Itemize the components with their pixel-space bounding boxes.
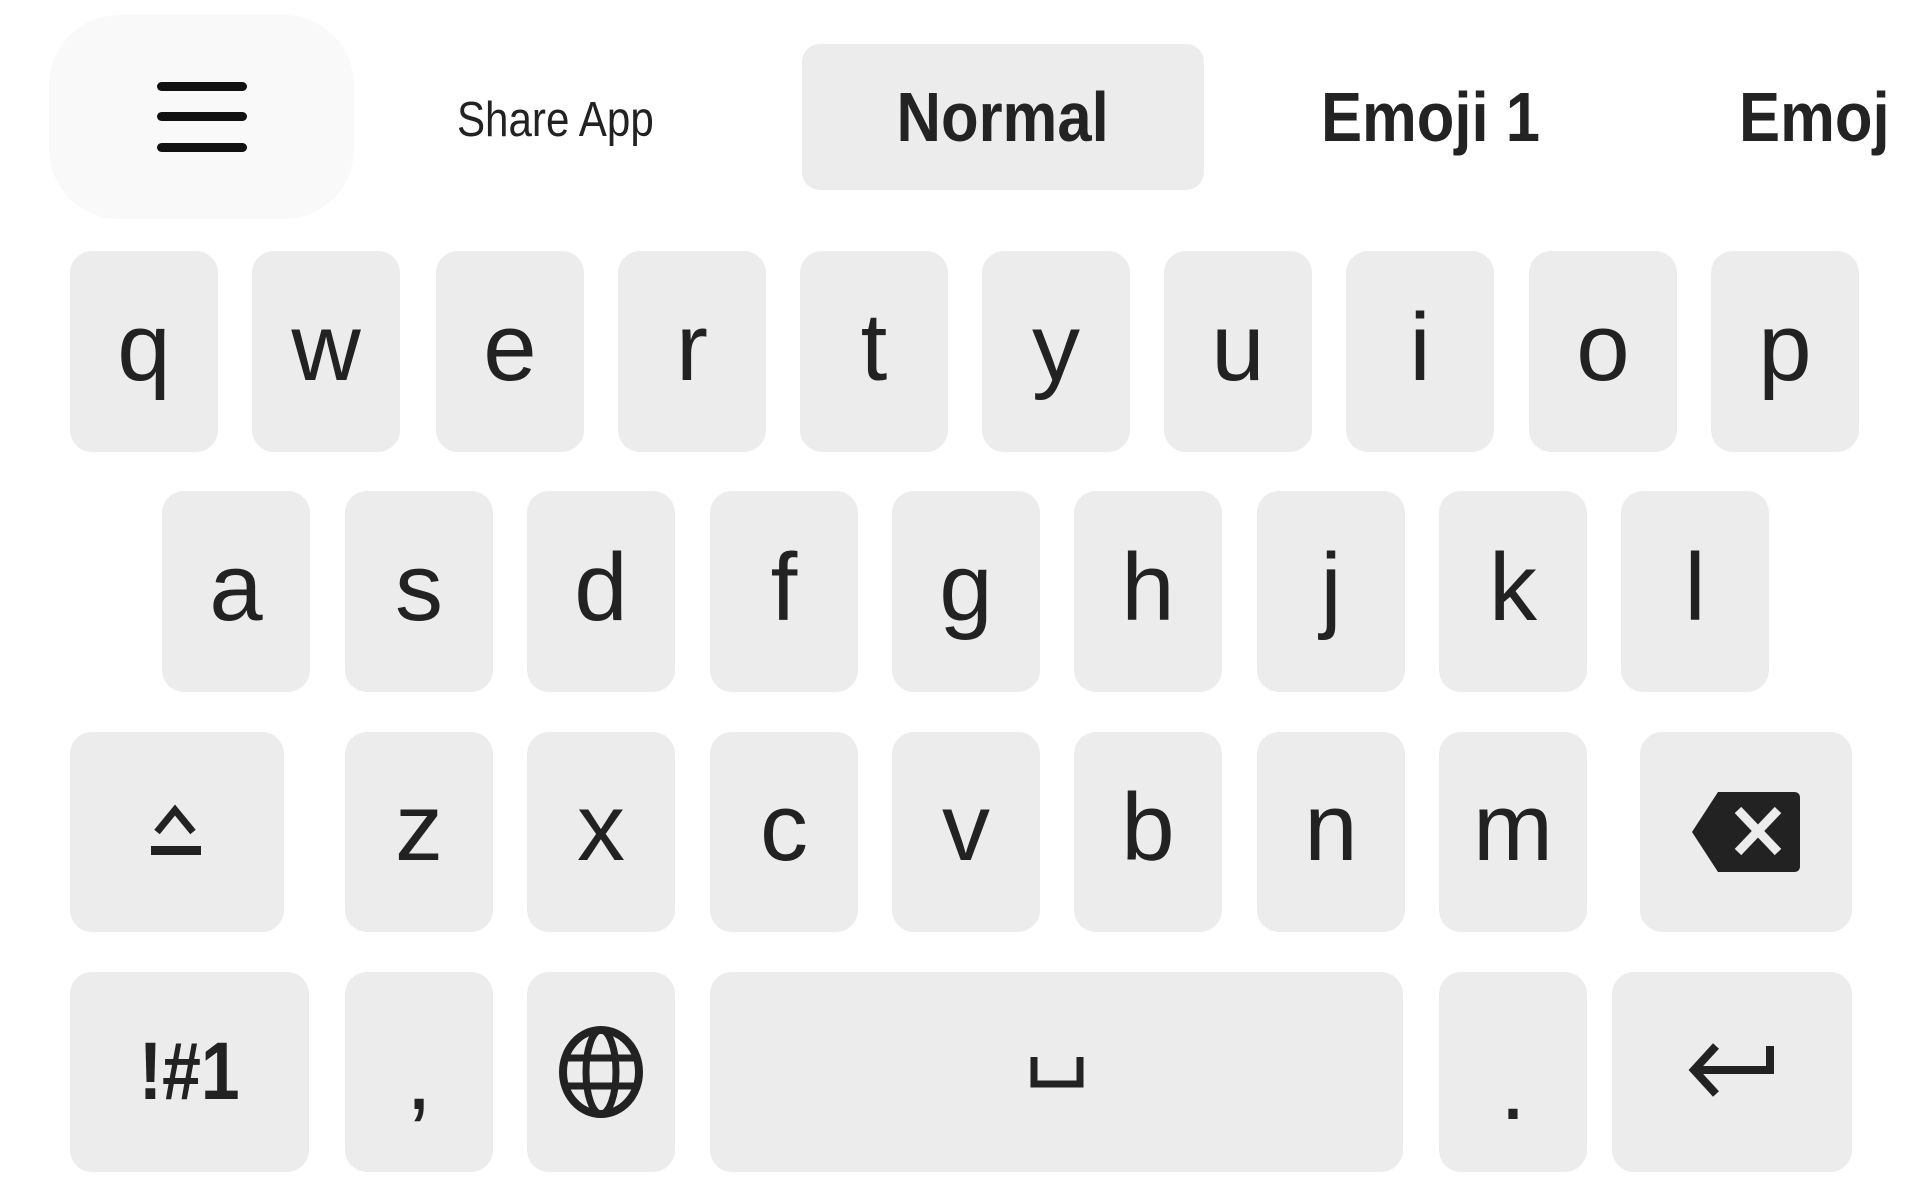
key-label: a: [209, 533, 263, 641]
space-bar-icon: [1030, 1057, 1083, 1088]
key-p[interactable]: p: [1711, 251, 1859, 452]
key-v[interactable]: v: [892, 732, 1040, 932]
key-s[interactable]: s: [345, 491, 493, 692]
comma-key-label: ,: [405, 1023, 433, 1130]
key-label: m: [1473, 774, 1553, 881]
key-u[interactable]: u: [1164, 251, 1312, 452]
key-label: p: [1758, 293, 1812, 401]
key-label: x: [577, 774, 625, 881]
tab-normal[interactable]: Normal: [802, 44, 1204, 190]
tab-emoji-1[interactable]: Emoji 1: [1290, 44, 1570, 190]
key-label: v: [942, 774, 990, 881]
key-t[interactable]: t: [800, 251, 948, 452]
key-label: z: [395, 774, 443, 881]
key-n[interactable]: n: [1257, 732, 1405, 932]
enter-key[interactable]: [1612, 972, 1852, 1172]
backspace-icon: [1692, 792, 1800, 872]
period-key[interactable]: .: [1439, 972, 1587, 1172]
shift-icon: [151, 804, 201, 855]
tab-emoji-1-label: Emoji 1: [1320, 78, 1540, 156]
key-e[interactable]: e: [436, 251, 584, 452]
key-label: j: [1320, 533, 1342, 641]
key-i[interactable]: i: [1346, 251, 1494, 452]
key-label: o: [1576, 293, 1630, 401]
symbols-key-label: !#1: [139, 1026, 240, 1117]
key-o[interactable]: o: [1529, 251, 1677, 452]
share-app-button[interactable]: Share App: [447, 80, 664, 160]
key-label: c: [760, 774, 808, 881]
key-j[interactable]: j: [1257, 491, 1405, 692]
key-w[interactable]: w: [252, 251, 400, 452]
tab-emoji-2-label: Emoj: [1739, 78, 1890, 156]
key-k[interactable]: k: [1439, 491, 1587, 692]
key-label: n: [1304, 774, 1358, 881]
key-x[interactable]: x: [527, 732, 675, 932]
backspace-key[interactable]: [1640, 732, 1852, 932]
comma-key[interactable]: ,: [345, 972, 493, 1172]
menu-button[interactable]: [49, 15, 354, 219]
key-label: w: [291, 293, 361, 401]
tab-emoji-2[interactable]: Emoj: [1725, 44, 1920, 190]
key-a[interactable]: a: [162, 491, 310, 692]
key-m[interactable]: m: [1439, 732, 1587, 932]
symbols-key[interactable]: !#1: [70, 972, 309, 1172]
key-g[interactable]: g: [892, 491, 1040, 692]
share-app-label: Share App: [456, 93, 654, 147]
period-key-label: .: [1499, 1033, 1527, 1140]
key-c[interactable]: c: [710, 732, 858, 932]
key-f[interactable]: f: [710, 491, 858, 692]
tab-normal-label: Normal: [896, 78, 1110, 156]
key-label: g: [939, 533, 993, 641]
key-label: r: [676, 293, 708, 401]
key-label: b: [1121, 774, 1175, 881]
key-label: t: [860, 293, 888, 401]
key-y[interactable]: y: [982, 251, 1130, 452]
key-q[interactable]: q: [70, 251, 218, 452]
key-label: q: [117, 293, 171, 401]
key-label: l: [1684, 533, 1706, 641]
key-d[interactable]: d: [527, 491, 675, 692]
key-label: y: [1032, 293, 1080, 401]
key-label: k: [1489, 533, 1537, 641]
language-key[interactable]: [527, 972, 675, 1172]
key-r[interactable]: r: [618, 251, 766, 452]
key-label: i: [1409, 293, 1431, 401]
key-label: u: [1211, 293, 1265, 401]
key-h[interactable]: h: [1074, 491, 1222, 692]
space-key[interactable]: [710, 972, 1403, 1172]
key-label: h: [1121, 533, 1175, 641]
key-l[interactable]: l: [1621, 491, 1769, 692]
hamburger-menu-icon: [156, 82, 247, 152]
key-label: s: [395, 533, 443, 641]
globe-icon: [559, 1026, 643, 1118]
key-label: f: [770, 533, 798, 641]
key-z[interactable]: z: [345, 732, 493, 932]
enter-icon: [1688, 1043, 1774, 1097]
shift-key[interactable]: [70, 732, 284, 932]
key-label: d: [574, 533, 628, 641]
key-b[interactable]: b: [1074, 732, 1222, 932]
key-label: e: [483, 293, 537, 401]
